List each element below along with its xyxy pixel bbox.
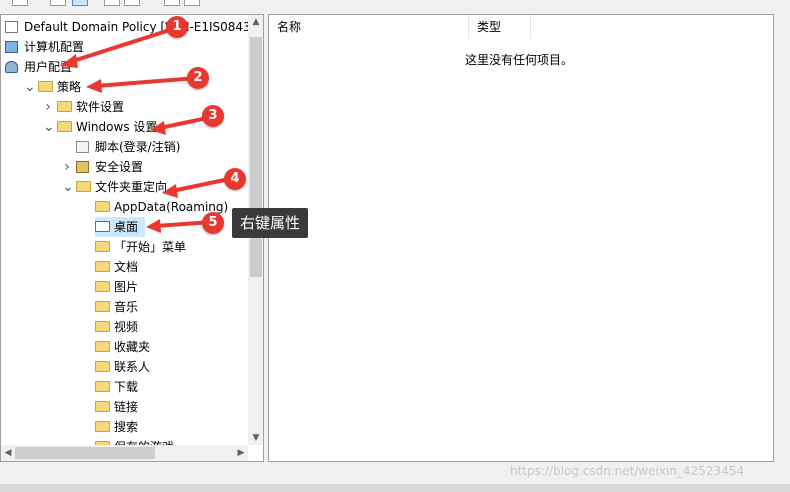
script-icon [76, 141, 89, 153]
tree-item[interactable]: › 安全设置 [1, 157, 247, 177]
step-badge-4: 4 [224, 168, 246, 190]
folder-icon [57, 101, 72, 112]
folder-icon [95, 421, 110, 432]
tree-item[interactable]: 图片 [1, 277, 247, 297]
folder-icon [95, 321, 110, 332]
security-icon [76, 161, 89, 173]
tree-scroll-thumb[interactable] [250, 37, 262, 277]
step-badge-3: 3 [202, 105, 224, 127]
tree-item[interactable]: 联系人 [1, 357, 247, 377]
tree-item-label: Default Domain Policy [WIN-E1IS0843P [24, 20, 258, 34]
tree-item-label: 文档 [114, 260, 139, 274]
tree-item[interactable]: 链接 [1, 397, 247, 417]
folder-icon [95, 341, 110, 352]
tree-item[interactable]: 视频 [1, 317, 247, 337]
tree-pane: Default Domain Policy [WIN-E1IS0843P›计算机… [0, 14, 264, 462]
folder-toolbar-icon[interactable] [50, 0, 66, 6]
scroll-right-icon[interactable]: ▶ [234, 445, 248, 461]
view-icon[interactable] [164, 0, 180, 6]
tree-item-label: 下载 [114, 380, 139, 394]
help-icon[interactable] [124, 0, 140, 6]
tree-horizontal-scrollbar[interactable]: ◀ ▶ [1, 445, 248, 461]
tree-item-label: 联系人 [114, 360, 151, 374]
tree-item-label: 文件夹重定向 [95, 180, 168, 194]
column-header-type[interactable]: 类型 [469, 15, 531, 39]
folder-icon [95, 301, 110, 312]
tree-item-label: 软件设置 [76, 100, 125, 114]
step-badge-2: 2 [187, 67, 209, 89]
tree-toggle-icon[interactable] [72, 0, 88, 6]
back-icon[interactable] [12, 0, 28, 6]
tree-item[interactable]: ⌄ 文件夹重定向 [1, 177, 247, 197]
tree-item-label: 桌面 [114, 220, 139, 234]
status-bar [0, 484, 790, 492]
scroll-up-icon[interactable]: ▲ [248, 15, 263, 29]
computer-icon [5, 41, 18, 53]
tree-item[interactable]: 搜索 [1, 417, 247, 437]
folder-icon [95, 401, 110, 412]
tree-item[interactable]: 下载 [1, 377, 247, 397]
tree-item-label: 视频 [114, 320, 139, 334]
folder-icon [95, 221, 110, 232]
tree-item[interactable]: 音乐 [1, 297, 247, 317]
folder-icon [95, 281, 110, 292]
tree-item-label: 「开始」菜单 [114, 240, 187, 254]
tree-item[interactable]: 收藏夹 [1, 337, 247, 357]
chevron-right-icon[interactable]: › [62, 157, 72, 177]
folder-icon [95, 361, 110, 372]
folder-icon [95, 201, 110, 212]
tree-item-label: 策略 [57, 80, 82, 94]
tree-item-label: 搜索 [114, 420, 139, 434]
tree-item[interactable]: 文档 [1, 257, 247, 277]
folder-icon [38, 81, 53, 92]
tree-item-label: 链接 [114, 400, 139, 414]
tree-item-label: 用户配置 [24, 60, 73, 74]
step-badge-5: 5 [202, 212, 224, 234]
folder-icon [57, 121, 72, 132]
folder-icon [95, 241, 110, 252]
tree-item-label: 计算机配置 [24, 40, 85, 54]
tree-item-label: 脚本(登录/注销) [95, 140, 181, 154]
chevron-down-icon[interactable]: ⌄ [62, 177, 74, 197]
tree-item[interactable]: ›计算机配置 [1, 37, 247, 57]
tree-item[interactable]: Default Domain Policy [WIN-E1IS0843P [1, 17, 258, 37]
folder-icon [76, 181, 91, 192]
tree-item-label: 安全设置 [95, 160, 144, 174]
scroll-down-icon[interactable]: ▼ [248, 431, 263, 445]
chevron-right-icon[interactable]: › [43, 97, 53, 117]
watermark: https://blog.csdn.net/weixin_42523454 [510, 464, 745, 478]
chevron-down-icon[interactable]: ⌄ [24, 77, 36, 97]
column-header-name[interactable]: 名称 [269, 15, 469, 39]
tree-hscroll-thumb[interactable] [15, 447, 155, 459]
tree-item-label: Windows 设置 [76, 120, 158, 134]
tree-item[interactable]: ⌄用户配置 [1, 57, 247, 77]
tree-item[interactable]: ⌄ 策略 [1, 77, 247, 97]
toolbar [0, 0, 790, 10]
export-icon[interactable] [184, 0, 200, 6]
properties-icon[interactable] [104, 0, 120, 6]
step-badge-1: 1 [166, 16, 188, 38]
details-pane: 名称 类型 这里没有任何项目。 [268, 14, 774, 462]
policy-icon [5, 21, 18, 33]
tree-item-label: 收藏夹 [114, 340, 151, 354]
folder-icon [95, 381, 110, 392]
empty-list-message: 这里没有任何项目。 [465, 53, 574, 67]
tree-item-label: 音乐 [114, 300, 139, 314]
tree-item-label: 图片 [114, 280, 139, 294]
user-icon [5, 61, 18, 73]
annotation-tooltip: 右键属性 [232, 208, 309, 238]
tree-item[interactable]: 脚本(登录/注销) [1, 137, 247, 157]
folder-icon [95, 261, 110, 272]
scroll-left-icon[interactable]: ◀ [1, 445, 15, 461]
chevron-down-icon[interactable]: ⌄ [43, 117, 55, 137]
tree-item[interactable]: 「开始」菜单 [1, 237, 247, 257]
